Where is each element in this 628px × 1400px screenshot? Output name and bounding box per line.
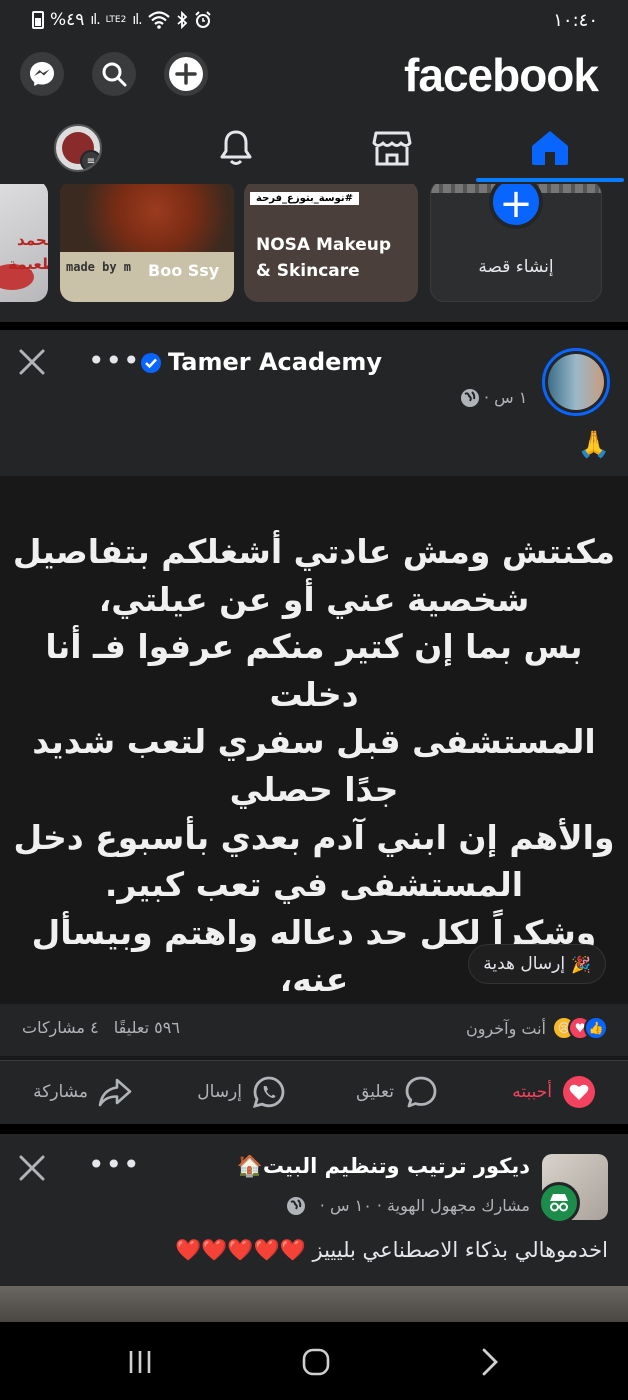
share-button[interactable]: مشاركة — [33, 1075, 132, 1109]
facebook-logo[interactable]: facebook — [404, 48, 599, 102]
shares-count[interactable]: ٤ مشاركات — [22, 1018, 99, 1037]
gift-label: إرسال هدية — [483, 954, 566, 974]
post-text-background: مكنتش ومش عادتي أشغلكم بتفاصيل شخصية عني… — [0, 476, 628, 1142]
battery-level: %٤٩ — [50, 10, 85, 30]
engagement-counts[interactable]: ٥٩٦ تعليقًا ٤ مشاركات — [22, 1018, 180, 1037]
signal2-icon: ıl. — [132, 12, 142, 28]
divider — [0, 1124, 628, 1134]
clock: ١٠:٤٠ — [553, 10, 598, 31]
reactions-row[interactable]: 😢 ♥ 👍 أنت وآخرون ٥٩٦ تعليقًا ٤ مشاركات — [0, 1004, 628, 1056]
create-story-label: إنشاء قصة — [478, 257, 554, 277]
gift-icon: 🎉 — [571, 954, 591, 974]
search-icon[interactable] — [92, 52, 136, 96]
verified-badge-icon — [141, 353, 161, 373]
alarm-icon — [194, 11, 211, 28]
home-button-icon[interactable] — [296, 1342, 336, 1382]
system-navigation-bar — [0, 1322, 628, 1400]
status-bar: %٤٩ ıl. LTE2 ıl. ١٠:٤٠ — [0, 0, 628, 44]
like-button[interactable]: أحببته — [512, 1075, 596, 1109]
globe-icon — [461, 389, 479, 407]
create-story-card[interactable]: + إنشاء قصة — [430, 184, 602, 302]
post-time[interactable]: ١ س · — [484, 388, 527, 407]
active-tab-indicator — [476, 178, 624, 182]
avatar: ≡ — [54, 124, 102, 172]
love-icon — [563, 1076, 595, 1108]
stories-tray: محمد طعيمة made by m Boo Ssy #نوسة_بتوزع… — [0, 184, 628, 322]
status-left: %٤٩ ıl. LTE2 ıl. — [32, 10, 212, 30]
reactions-label: أنت وآخرون — [465, 1018, 546, 1038]
marketplace-icon — [372, 131, 412, 166]
comment-label: تعليق — [356, 1082, 394, 1102]
story-card[interactable]: محمد طعيمة — [0, 184, 48, 302]
post-emoji: 🙏 — [577, 430, 610, 460]
story-label: NOSA Makeup & Skincare — [256, 235, 392, 281]
tab-marketplace[interactable] — [362, 122, 422, 174]
story-hashtag: #نوسة_بتوزع_فرحة — [250, 192, 360, 205]
comment-icon — [405, 1076, 437, 1108]
page-avatar[interactable] — [542, 348, 610, 416]
like-reaction-icon: 👍 — [584, 1016, 608, 1040]
globe-icon — [287, 1197, 305, 1215]
close-icon[interactable] — [12, 1148, 52, 1188]
back-icon[interactable] — [470, 1342, 510, 1382]
reaction-icons: 😢 ♥ 👍 — [552, 1016, 608, 1040]
whatsapp-icon — [252, 1076, 285, 1108]
comments-count[interactable]: ٥٩٦ تعليقًا — [114, 1018, 180, 1037]
send-button[interactable]: إرسال — [197, 1075, 286, 1109]
signal-icon: ıl. — [90, 12, 100, 28]
share-label: مشاركة — [33, 1082, 88, 1102]
send-gift-button[interactable]: إرسال هدية 🎉 — [468, 944, 606, 984]
bluetooth-icon — [176, 11, 187, 29]
more-options-icon[interactable]: ••• — [88, 344, 141, 377]
wifi-icon — [147, 11, 170, 29]
plus-icon: + — [489, 184, 543, 229]
battery-icon — [32, 11, 44, 29]
tab-notifications[interactable] — [206, 122, 266, 174]
recent-apps-icon[interactable] — [120, 1342, 160, 1382]
tab-home[interactable] — [520, 122, 580, 174]
divider — [0, 322, 628, 330]
close-icon[interactable] — [12, 342, 52, 382]
tab-profile-menu[interactable]: ≡ — [48, 122, 108, 174]
story-label: محمد طعيمة — [8, 231, 48, 273]
app-header: facebook ≡ — [0, 44, 628, 184]
home-icon — [532, 131, 568, 165]
share-icon — [98, 1078, 132, 1107]
story-card[interactable]: #نوسة_بتوزع_فرحة NOSA Makeup & Skincare — [244, 184, 418, 302]
like-label: أحببته — [512, 1082, 552, 1102]
story-label: Boo Ssy — [148, 261, 220, 280]
post2-image[interactable] — [0, 1286, 628, 1322]
reaction-summary[interactable]: 😢 ♥ 👍 أنت وآخرون — [466, 1016, 608, 1040]
add-icon[interactable] — [164, 52, 208, 96]
post-header: ••• Tamer Academy ١ س · 🙏 — [0, 330, 628, 476]
comment-button[interactable]: تعليق — [356, 1075, 438, 1109]
bell-icon — [220, 130, 252, 165]
more-options-icon[interactable]: ••• — [88, 1148, 141, 1181]
story-caption: made by m — [66, 260, 132, 274]
story-card[interactable]: made by m Boo Ssy — [60, 184, 234, 302]
post2-body: اخدموهالي بذكاء الاصطناعي بليييز ❤️❤️❤️❤… — [175, 1238, 608, 1262]
post2-meta[interactable]: مشارك مجهول الهوية · ١٠ س · — [320, 1196, 530, 1215]
story-image — [60, 184, 234, 256]
send-label: إرسال — [197, 1082, 242, 1102]
post-actions: أحببته تعليق إرسال مشاركة — [0, 1060, 628, 1124]
page-name[interactable]: Tamer Academy — [168, 348, 382, 376]
network-label: LTE2 — [105, 14, 127, 25]
menu-icon: ≡ — [80, 150, 100, 170]
messenger-icon[interactable] — [20, 52, 64, 96]
group-name[interactable]: ديكور ترتيب وتنظيم البيت🏠 — [237, 1154, 530, 1179]
anonymous-member-icon — [538, 1182, 580, 1224]
